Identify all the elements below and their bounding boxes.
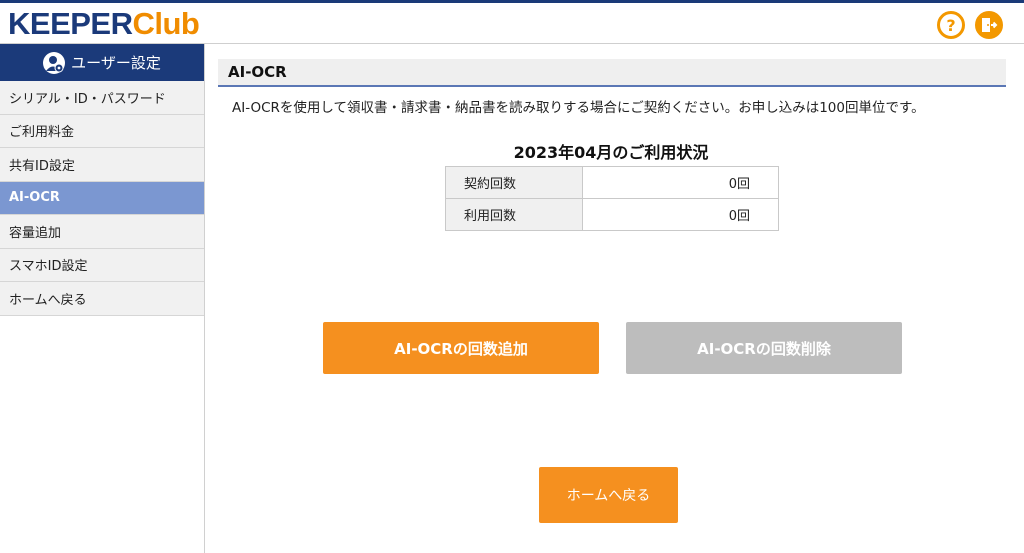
- svg-text:?: ?: [946, 16, 955, 34]
- page-description: AI-OCRを使用して領収書・請求書・納品書を読み取りする場合にご契約ください。…: [232, 100, 925, 116]
- table-row: 利用回数 0回: [445, 198, 779, 231]
- contract-count-value: 0回: [582, 166, 779, 199]
- page-title: AI-OCR: [218, 59, 1006, 87]
- sidebar-item-capacity-add[interactable]: 容量追加: [0, 215, 204, 249]
- usage-status-title: 2023年04月のご利用状況: [513, 143, 709, 162]
- sidebar-header: ユーザー設定: [0, 44, 204, 81]
- sidebar: ユーザー設定 シリアル・ID・パスワード ご利用料金 共有ID設定 AI-OCR…: [0, 44, 205, 553]
- usage-status-table: 契約回数 0回 利用回数 0回: [445, 166, 779, 231]
- sidebar-item-ai-ocr[interactable]: AI-OCR: [0, 181, 204, 215]
- add-ocr-count-button[interactable]: AI-OCRの回数追加: [323, 322, 599, 374]
- contract-count-label: 契約回数: [445, 166, 583, 199]
- sidebar-item-serial-id-password[interactable]: シリアル・ID・パスワード: [0, 81, 204, 115]
- delete-ocr-count-button[interactable]: AI-OCRの回数削除: [626, 322, 902, 374]
- header: KEEPERClub ?: [0, 3, 1024, 44]
- usage-count-value: 0回: [582, 198, 779, 231]
- back-to-home-button[interactable]: ホームへ戻る: [539, 467, 678, 523]
- usage-count-label: 利用回数: [445, 198, 583, 231]
- logo-accent: Club: [132, 6, 200, 41]
- question-circle-icon[interactable]: ?: [937, 11, 965, 39]
- main-content: AI-OCR AI-OCRを使用して領収書・請求書・納品書を読み取りする場合にご…: [206, 44, 1024, 553]
- sidebar-item-shared-id[interactable]: 共有ID設定: [0, 148, 204, 182]
- sidebar-title: ユーザー設定: [71, 54, 161, 72]
- sidebar-item-home[interactable]: ホームへ戻る: [0, 282, 204, 316]
- exit-door-icon[interactable]: [975, 11, 1003, 39]
- table-row: 契約回数 0回: [445, 166, 779, 199]
- logo-main: KEEPER: [8, 6, 133, 41]
- sidebar-item-usage-fee[interactable]: ご利用料金: [0, 114, 204, 148]
- user-settings-icon: [43, 51, 66, 74]
- keeper-club-logo[interactable]: KEEPERClub: [8, 6, 200, 42]
- sidebar-item-smartphone-id[interactable]: スマホID設定: [0, 248, 204, 282]
